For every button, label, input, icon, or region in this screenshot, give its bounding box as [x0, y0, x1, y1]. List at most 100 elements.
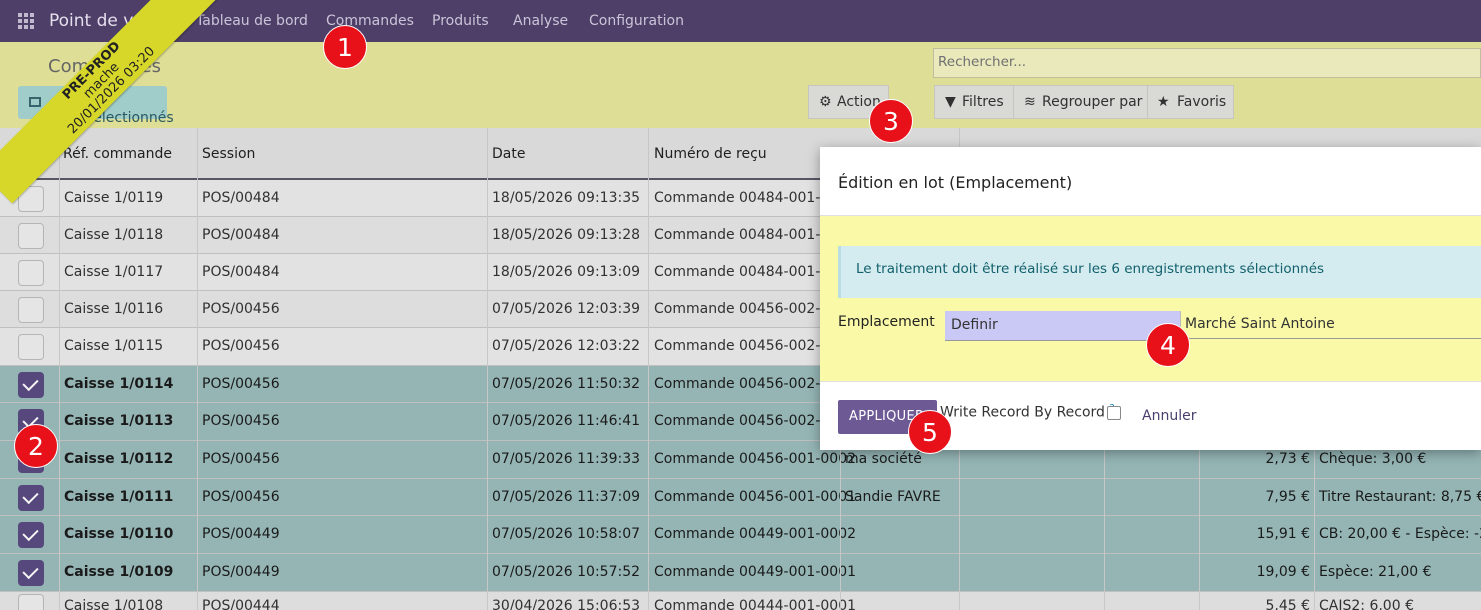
cell-ref: Caisse 1/0114 — [64, 376, 174, 392]
row-checkbox[interactable] — [18, 485, 44, 511]
cell-payment: Titre Restaurant: 8,75 € — [1319, 489, 1481, 505]
cell-ref: Caisse 1/0110 — [64, 526, 174, 542]
edit-mode-select[interactable]: Definir — [945, 311, 1180, 341]
menu-configuration[interactable]: Configuration — [589, 13, 684, 29]
cell-customer: ma société — [845, 451, 922, 467]
cell-payment: Chèque: 3,00 € — [1319, 451, 1427, 467]
cell-ref: Caisse 1/0109 — [64, 564, 174, 580]
cell-ref: Caisse 1/0108 — [64, 598, 164, 610]
cell-session: POS/00484 — [202, 227, 280, 243]
cell-ref: Caisse 1/0115 — [64, 338, 164, 354]
alert-text: Le traitement doit être réalisé sur les … — [856, 261, 1325, 277]
annotation-marker-1: 1 — [323, 25, 367, 69]
cancel-button[interactable]: Annuler — [1142, 408, 1196, 424]
column-header-session[interactable]: Session — [202, 146, 255, 162]
cell-total: 15,91 € — [1256, 526, 1310, 542]
control-panel: Commandes 6 sélectionnés ⚙ Action ▼ Filt… — [0, 42, 1481, 128]
cell-receipt: Commande 00456-001-0001 — [654, 489, 857, 505]
column-header-date[interactable]: Date — [492, 146, 525, 162]
cell-date: 07/05/2026 10:58:07 — [492, 526, 641, 542]
cell-date: 18/05/2026 09:13:09 — [492, 264, 641, 280]
row-checkbox[interactable] — [18, 560, 44, 586]
annotation-marker-3: 3 — [869, 99, 913, 143]
filters-label: Filtres — [962, 94, 1004, 110]
field-label-emplacement: Emplacement — [838, 314, 935, 330]
table-row[interactable]: Caisse 1/0108 POS/00444 30/04/2026 15:06:5… — [0, 592, 1481, 610]
cell-receipt: Commande 00484-001-00 — [654, 190, 839, 206]
column-header-ref[interactable]: Réf. commande — [63, 146, 172, 162]
cell-session: POS/00456 — [202, 338, 280, 354]
cell-receipt: Commande 00449-001-0002 — [654, 526, 857, 542]
emplacement-value: Marché Saint Antoine — [1185, 316, 1335, 332]
table-row[interactable]: Caisse 1/0109 POS/00449 07/05/2026 10:57:5… — [0, 554, 1481, 592]
cell-date: 18/05/2026 09:13:35 — [492, 190, 641, 206]
cell-session: POS/00456 — [202, 489, 280, 505]
cell-payment: Espèce: 21,00 € — [1319, 564, 1432, 580]
search-bar[interactable] — [933, 48, 1481, 78]
row-checkbox[interactable] — [18, 594, 44, 610]
favorites-label: Favoris — [1177, 94, 1227, 110]
cell-session: POS/00456 — [202, 301, 280, 317]
top-navbar: Point de vente Tableau de bord Commandes… — [0, 0, 1481, 42]
groupby-label: Regrouper par — [1042, 94, 1143, 110]
cell-total: 2,73 € — [1265, 451, 1310, 467]
cell-payment: CB: 20,00 € - Espèce: -2,50 — [1319, 526, 1481, 542]
column-header-receipt[interactable]: Numéro de reçu — [654, 146, 767, 162]
cell-receipt: Commande 00484-001-00 — [654, 264, 839, 280]
cell-session: POS/00449 — [202, 564, 280, 580]
info-alert: Le traitement doit être réalisé sur les … — [838, 246, 1481, 298]
groupby-button[interactable]: ≋ Regrouper par — [1013, 85, 1148, 119]
cell-ref: Caisse 1/0111 — [64, 489, 174, 505]
cell-ref: Caisse 1/0116 — [64, 301, 164, 317]
cell-date: 07/05/2026 11:37:09 — [492, 489, 641, 505]
search-input[interactable] — [938, 54, 1468, 70]
write-record-checkbox[interactable] — [1107, 406, 1121, 420]
menu-tableau-de-bord[interactable]: Tableau de bord — [196, 13, 308, 29]
menu-produits[interactable]: Produits — [432, 13, 489, 29]
emplacement-field[interactable]: Marché Saint Antoine — [1180, 311, 1481, 339]
menu-analyse[interactable]: Analyse — [513, 13, 568, 29]
cell-receipt: Commande 00456-002-00 — [654, 413, 839, 429]
cell-total: 19,09 € — [1256, 564, 1310, 580]
gear-icon: ⚙ — [819, 94, 832, 110]
cell-receipt: Commande 00484-001-00 — [654, 227, 839, 243]
row-checkbox[interactable] — [18, 297, 44, 323]
row-checkbox[interactable] — [18, 334, 44, 360]
cell-date: 18/05/2026 09:13:28 — [492, 227, 641, 243]
cell-receipt: Commande 00456-001-0002 — [654, 451, 857, 467]
cell-date: 07/05/2026 11:46:41 — [492, 413, 641, 429]
annotation-marker-5: 5 — [908, 410, 952, 454]
cell-receipt: Commande 00456-002-00 — [654, 301, 839, 317]
cell-session: POS/00484 — [202, 190, 280, 206]
cell-total: 7,95 € — [1265, 489, 1310, 505]
cell-receipt: Commande 00444-001-0001 — [654, 598, 857, 610]
filters-button[interactable]: ▼ Filtres — [934, 85, 1014, 119]
filter-icon: ▼ — [945, 94, 956, 110]
apps-grid-icon[interactable] — [18, 13, 34, 29]
row-checkbox[interactable] — [18, 372, 44, 398]
cell-ref: Caisse 1/0117 — [64, 264, 164, 280]
table-row[interactable]: Caisse 1/0110 POS/00449 07/05/2026 10:58:0… — [0, 516, 1481, 554]
cell-date: 07/05/2026 11:50:32 — [492, 376, 641, 392]
cell-session: POS/00456 — [202, 376, 280, 392]
dialog-header: Édition en lot (Emplacement) — [820, 147, 1481, 216]
cell-total: 5,45 € — [1265, 598, 1310, 610]
cell-ref: Caisse 1/0118 — [64, 227, 164, 243]
cell-ref: Caisse 1/0119 — [64, 190, 164, 206]
cell-session: POS/00449 — [202, 526, 280, 542]
row-checkbox[interactable] — [18, 260, 44, 286]
cell-ref: Caisse 1/0112 — [64, 451, 174, 467]
cell-session: POS/00444 — [202, 598, 280, 610]
row-checkbox[interactable] — [18, 223, 44, 249]
cell-date: 30/04/2026 15:06:53 — [492, 598, 641, 610]
cell-payment: CAIS2: 6,00 € — [1319, 598, 1414, 610]
dialog-title: Édition en lot (Emplacement) — [838, 173, 1073, 192]
annotation-marker-2: 2 — [14, 424, 58, 468]
cell-date: 07/05/2026 10:57:52 — [492, 564, 641, 580]
cell-session: POS/00456 — [202, 413, 280, 429]
table-icon — [29, 97, 41, 107]
favorites-button[interactable]: ★ Favoris — [1147, 85, 1234, 119]
cell-ref: Caisse 1/0113 — [64, 413, 174, 429]
table-row[interactable]: Caisse 1/0111 POS/00456 07/05/2026 11:37:0… — [0, 479, 1481, 516]
row-checkbox[interactable] — [18, 522, 44, 548]
